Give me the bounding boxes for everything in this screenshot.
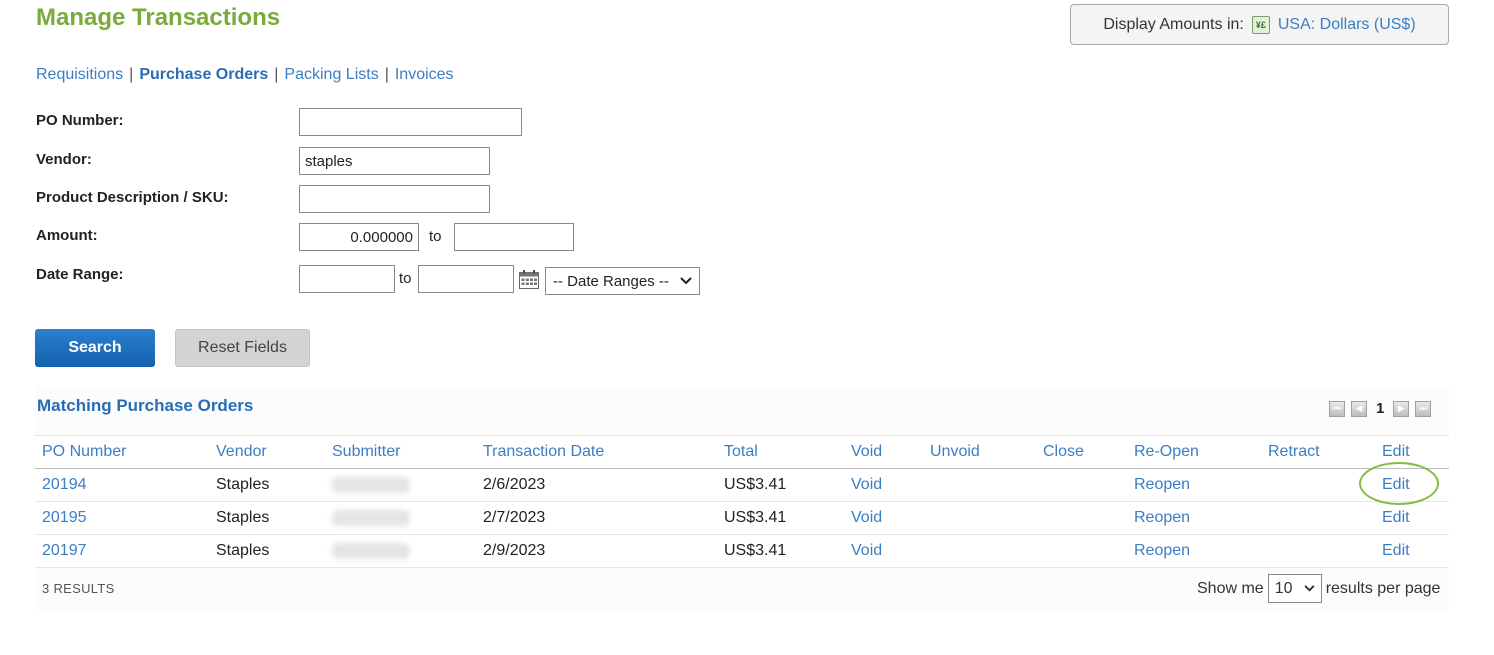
date-range-label: Date Range: — [36, 266, 124, 283]
currency-link[interactable]: USA: Dollars (US$) — [1278, 16, 1416, 34]
nav-packing-lists[interactable]: Packing Lists — [284, 66, 378, 84]
col-void[interactable]: Void — [844, 435, 923, 469]
currency-label: Display Amounts in: — [1103, 15, 1244, 33]
col-close[interactable]: Close — [1036, 435, 1127, 469]
per-page-select[interactable]: 10 — [1267, 574, 1322, 603]
currency-display-box: Display Amounts in: ¥£ USA: Dollars (US$… — [1070, 4, 1449, 45]
unvoid-cell — [923, 468, 1036, 502]
col-reopen[interactable]: Re-Open — [1127, 435, 1261, 469]
nav-invoices[interactable]: Invoices — [395, 66, 454, 84]
col-po-number[interactable]: PO Number — [35, 435, 209, 469]
col-submitter[interactable]: Submitter — [325, 435, 476, 469]
vendor-label: Vendor: — [36, 151, 92, 168]
col-total[interactable]: Total — [717, 435, 844, 469]
total-cell: US$3.41 — [717, 534, 844, 568]
close-cell — [1036, 534, 1127, 568]
po-number-link[interactable]: 20194 — [35, 468, 209, 502]
po-number-link[interactable]: 20195 — [35, 501, 209, 535]
prev-page-icon[interactable]: ◀ — [1351, 400, 1367, 417]
void-link[interactable]: Void — [844, 501, 923, 535]
search-button[interactable]: Search — [35, 329, 155, 367]
col-unvoid[interactable]: Unvoid — [923, 435, 1036, 469]
po-number-input[interactable] — [299, 108, 522, 136]
close-cell — [1036, 468, 1127, 502]
date-ranges-select[interactable]: -- Date Ranges -- — [545, 267, 700, 295]
amount-from-input[interactable]: 0.000000 — [299, 223, 419, 251]
redacted-submitter — [332, 476, 410, 493]
date-cell: 2/6/2023 — [476, 468, 717, 502]
submitter-cell — [325, 468, 476, 502]
vendor-input[interactable]: staples — [299, 147, 490, 175]
amount-to-label: to — [429, 228, 442, 245]
results-table: PO Number Vendor Submitter Transaction D… — [35, 435, 1449, 568]
redacted-submitter — [332, 509, 410, 526]
product-description-input[interactable] — [299, 185, 490, 213]
edit-link[interactable]: Edit — [1375, 534, 1449, 568]
retract-cell — [1261, 468, 1375, 502]
date-cell: 2/9/2023 — [476, 534, 717, 568]
po-number-label: PO Number: — [36, 112, 124, 129]
po-number-link[interactable]: 20197 — [35, 534, 209, 568]
amount-to-input[interactable] — [454, 223, 574, 251]
nav-separator: | — [129, 66, 134, 83]
edit-link[interactable]: Edit — [1375, 468, 1449, 502]
reopen-link[interactable]: Reopen — [1127, 468, 1261, 502]
nav-purchase-orders[interactable]: Purchase Orders — [139, 66, 268, 84]
col-vendor[interactable]: Vendor — [209, 435, 325, 469]
first-page-icon[interactable]: ⏮ — [1329, 400, 1345, 417]
date-to-input[interactable] — [418, 265, 514, 293]
void-link[interactable]: Void — [844, 534, 923, 568]
edit-link[interactable]: Edit — [1375, 501, 1449, 535]
total-cell: US$3.41 — [717, 501, 844, 535]
page-title: Manage Transactions — [36, 4, 281, 31]
vendor-cell: Staples — [209, 501, 325, 535]
pager: ⏮ ◀ 1 ▶ ⏭ — [1329, 400, 1432, 417]
date-cell: 2/7/2023 — [476, 501, 717, 535]
amount-label: Amount: — [36, 227, 98, 244]
retract-cell — [1261, 534, 1375, 568]
nav-separator: | — [274, 66, 279, 83]
results-title: Matching Purchase Orders — [37, 396, 254, 415]
table-row: 20194 Staples 2/6/2023 US$3.41 Void Reop… — [35, 468, 1449, 502]
table-row: 20197 Staples 2/9/2023 US$3.41 Void Reop… — [35, 534, 1449, 568]
current-page-number: 1 — [1376, 400, 1385, 417]
chevron-down-icon — [1304, 585, 1315, 592]
void-link[interactable]: Void — [844, 468, 923, 502]
currency-exchange-icon: ¥£ — [1251, 15, 1270, 34]
chevron-down-icon — [680, 277, 692, 285]
product-description-label: Product Description / SKU: — [36, 189, 229, 206]
per-page-suffix: results per page — [1325, 579, 1441, 597]
vendor-cell: Staples — [209, 468, 325, 502]
results-count: 3 RESULTS — [42, 581, 115, 596]
reset-fields-button[interactable]: Reset Fields — [175, 329, 310, 367]
redacted-submitter — [332, 542, 410, 559]
date-ranges-value: -- Date Ranges -- — [553, 272, 669, 290]
reopen-link[interactable]: Reopen — [1127, 534, 1261, 568]
per-page-control: Show me 10 results per page — [1197, 574, 1440, 603]
table-row: 20195 Staples 2/7/2023 US$3.41 Void Reop… — [35, 501, 1449, 535]
nav-requisitions[interactable]: Requisitions — [36, 66, 123, 84]
nav-separator: | — [384, 66, 389, 83]
submitter-cell — [325, 501, 476, 535]
reopen-link[interactable]: Reopen — [1127, 501, 1261, 535]
next-page-icon[interactable]: ▶ — [1393, 400, 1410, 417]
col-retract[interactable]: Retract — [1261, 435, 1375, 469]
date-from-input[interactable] — [299, 265, 395, 293]
vendor-cell: Staples — [209, 534, 325, 568]
calendar-icon[interactable] — [519, 270, 539, 289]
col-transaction-date[interactable]: Transaction Date — [476, 435, 717, 469]
total-cell: US$3.41 — [717, 468, 844, 502]
retract-cell — [1261, 501, 1375, 535]
unvoid-cell — [923, 534, 1036, 568]
unvoid-cell — [923, 501, 1036, 535]
transaction-type-nav: Requisitions | Purchase Orders | Packing… — [36, 66, 454, 84]
per-page-prefix: Show me — [1197, 579, 1264, 597]
date-to-label: to — [399, 270, 412, 287]
table-header-row: PO Number Vendor Submitter Transaction D… — [35, 435, 1449, 469]
col-edit[interactable]: Edit — [1375, 435, 1449, 469]
submitter-cell — [325, 534, 476, 568]
last-page-icon[interactable]: ⏭ — [1415, 400, 1432, 417]
per-page-value: 10 — [1274, 579, 1293, 597]
close-cell — [1036, 501, 1127, 535]
